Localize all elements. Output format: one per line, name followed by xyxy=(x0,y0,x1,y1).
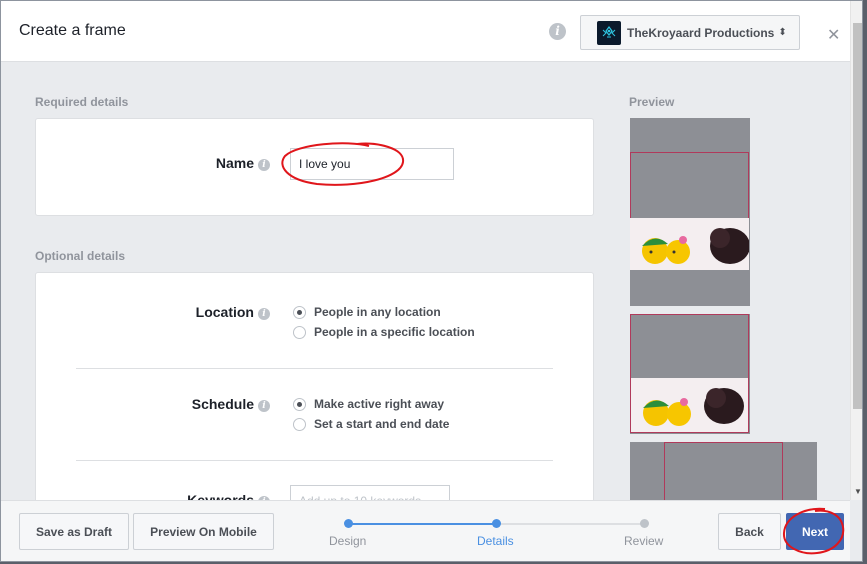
schedule-field-label: Schedule i xyxy=(192,396,270,412)
step-label-design[interactable]: Design xyxy=(329,534,366,548)
dialog-header: Create a frame i TheKroyaard Productions… xyxy=(1,1,862,62)
stepper-remaining-line xyxy=(496,523,644,525)
preview-photo xyxy=(630,218,749,270)
location-any-label: People in any location xyxy=(314,305,441,319)
step-dot-design xyxy=(344,519,353,528)
page-selector[interactable]: TheKroyaard Productions ⬍ xyxy=(580,15,800,50)
stepper-progress-line xyxy=(348,523,496,525)
back-button[interactable]: Back xyxy=(718,513,781,550)
close-icon[interactable]: ✕ xyxy=(827,25,840,45)
schedule-now-option[interactable]: Make active right away xyxy=(293,397,444,411)
optional-details-label: Optional details xyxy=(35,249,126,263)
radio-unchecked[interactable] xyxy=(293,417,306,431)
step-label-review[interactable]: Review xyxy=(624,534,663,548)
name-field-label: Name i xyxy=(216,155,270,171)
radio-checked[interactable] xyxy=(293,397,306,411)
location-any-option[interactable]: People in any location xyxy=(293,305,441,319)
keywords-field-label: Keywordsi xyxy=(187,492,270,500)
name-info-icon[interactable]: i xyxy=(258,159,270,171)
details-scroll-area[interactable]: Required details Namei Optional details … xyxy=(1,62,850,500)
schedule-label-text: Schedule xyxy=(191,396,254,412)
location-label-text: Location xyxy=(195,304,254,320)
preview-mobile-button[interactable]: Preview On Mobile xyxy=(133,513,274,550)
dialog-footer: Save as Draft Preview On Mobile Design D… xyxy=(1,500,850,561)
required-details-card: Name i xyxy=(35,118,594,216)
preview-square-2 xyxy=(630,314,750,434)
preview-label: Preview xyxy=(629,95,675,109)
next-button[interactable]: Next xyxy=(786,513,844,550)
scrollbar[interactable]: ▼ xyxy=(850,1,862,500)
name-input[interactable] xyxy=(290,148,454,180)
schedule-dates-option[interactable]: Set a start and end date xyxy=(293,417,449,431)
radio-unchecked[interactable] xyxy=(293,325,306,339)
scroll-down-icon[interactable]: ▼ xyxy=(854,487,862,496)
keywords-label-text: Keywords xyxy=(187,492,254,500)
location-info-icon[interactable]: i xyxy=(258,308,270,320)
location-specific-option[interactable]: People in a specific location xyxy=(293,325,475,339)
save-draft-button[interactable]: Save as Draft xyxy=(19,513,129,550)
optional-details-card: Location i People in any location People … xyxy=(35,272,594,500)
page-avatar xyxy=(597,20,621,45)
step-dot-details xyxy=(492,519,501,528)
location-specific-label: People in a specific location xyxy=(314,325,475,339)
schedule-now-label: Make active right away xyxy=(314,397,445,411)
create-frame-dialog: Create a frame i TheKroyaard Productions… xyxy=(0,0,863,562)
preview-wide xyxy=(630,442,817,500)
schedule-info-icon[interactable]: i xyxy=(258,400,270,412)
step-dot-review xyxy=(640,519,649,528)
divider xyxy=(76,460,553,461)
dialog-title: Create a frame xyxy=(19,22,126,39)
radio-checked[interactable] xyxy=(293,305,306,319)
step-label-details[interactable]: Details xyxy=(477,534,514,548)
info-icon[interactable]: i xyxy=(549,23,566,40)
scroll-thumb[interactable] xyxy=(853,23,862,409)
location-field-label: Location i xyxy=(196,304,270,320)
updown-arrows-icon: ⬍ xyxy=(778,26,787,38)
name-label-text: Name xyxy=(215,155,254,171)
preview-square xyxy=(630,118,750,306)
schedule-dates-label: Set a start and end date xyxy=(314,417,450,431)
keywords-input[interactable] xyxy=(290,485,450,500)
divider xyxy=(76,368,553,369)
frame-border xyxy=(664,442,783,500)
required-details-label: Required details xyxy=(35,95,129,109)
preview-photo xyxy=(631,378,748,432)
page-name: TheKroyaard Productions xyxy=(627,25,775,40)
